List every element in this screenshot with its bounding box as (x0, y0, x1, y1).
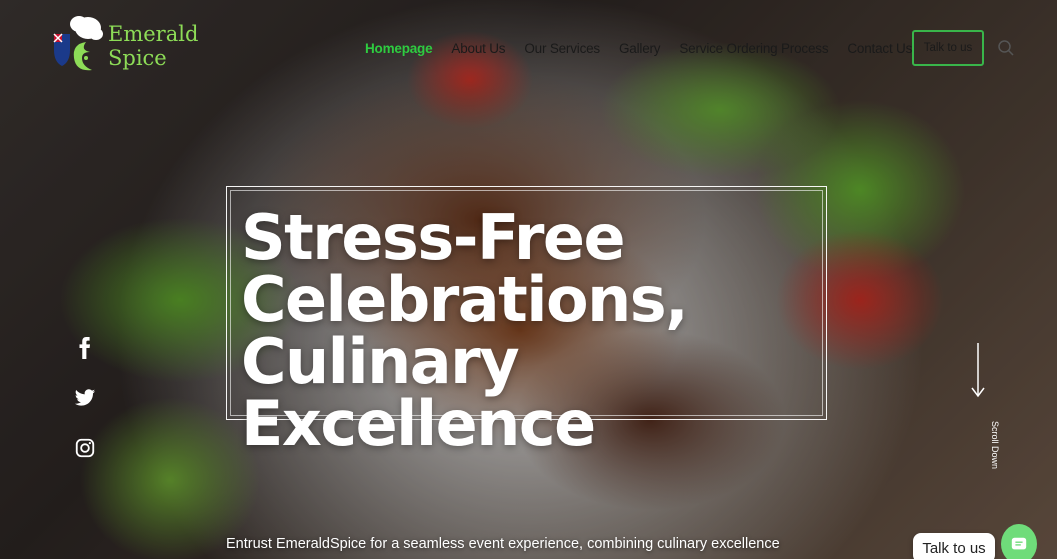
instagram-icon[interactable] (71, 432, 99, 464)
site-logo[interactable]: Emerald Spice (46, 12, 198, 82)
chat-bubble-button[interactable] (1001, 524, 1037, 559)
logo-text-line1: Emerald (108, 22, 199, 46)
nav-item-gallery[interactable]: Gallery (619, 41, 661, 56)
hero-headline-line1: Stress-Free (241, 201, 626, 274)
nav-item-contact-us[interactable]: Contact Us (847, 41, 912, 56)
logo-mark-icon (53, 16, 103, 71)
scroll-down-label[interactable]: Scroll Down (986, 413, 1000, 477)
chat-label[interactable]: Talk to us (913, 533, 995, 559)
search-icon[interactable] (997, 39, 1015, 57)
nav-item-about-us[interactable]: About Us (451, 41, 505, 56)
nav-item-our-services[interactable]: Our Services (524, 41, 600, 56)
logo-text-line2: Spice (108, 46, 167, 70)
hero-headline-line2: Celebrations, (241, 263, 689, 336)
main-nav: Homepage About Us Our Services Gallery S… (365, 38, 931, 58)
chat-icon (1011, 537, 1027, 550)
hero-subtext: Entrust EmeraldSpice for a seamless even… (226, 536, 780, 552)
hero-headline: Stress-Free Celebrations, Culinary Excel… (241, 207, 821, 455)
scroll-down-arrow-icon[interactable] (969, 343, 987, 399)
logo-text: Emerald Spice (108, 22, 198, 70)
facebook-icon[interactable] (71, 332, 99, 364)
twitter-icon[interactable] (71, 382, 99, 414)
nav-item-service-ordering-process[interactable]: Service Ordering Process (679, 41, 828, 56)
nav-item-homepage[interactable]: Homepage (365, 41, 433, 56)
talk-to-us-button[interactable]: Talk to us (912, 30, 984, 66)
hero-headline-line3: Culinary Excellence (241, 325, 596, 460)
hero-headline-frame: Stress-Free Celebrations, Culinary Excel… (226, 186, 827, 455)
site-header: Emerald Spice Homepage About Us Our Serv… (0, 0, 1057, 95)
